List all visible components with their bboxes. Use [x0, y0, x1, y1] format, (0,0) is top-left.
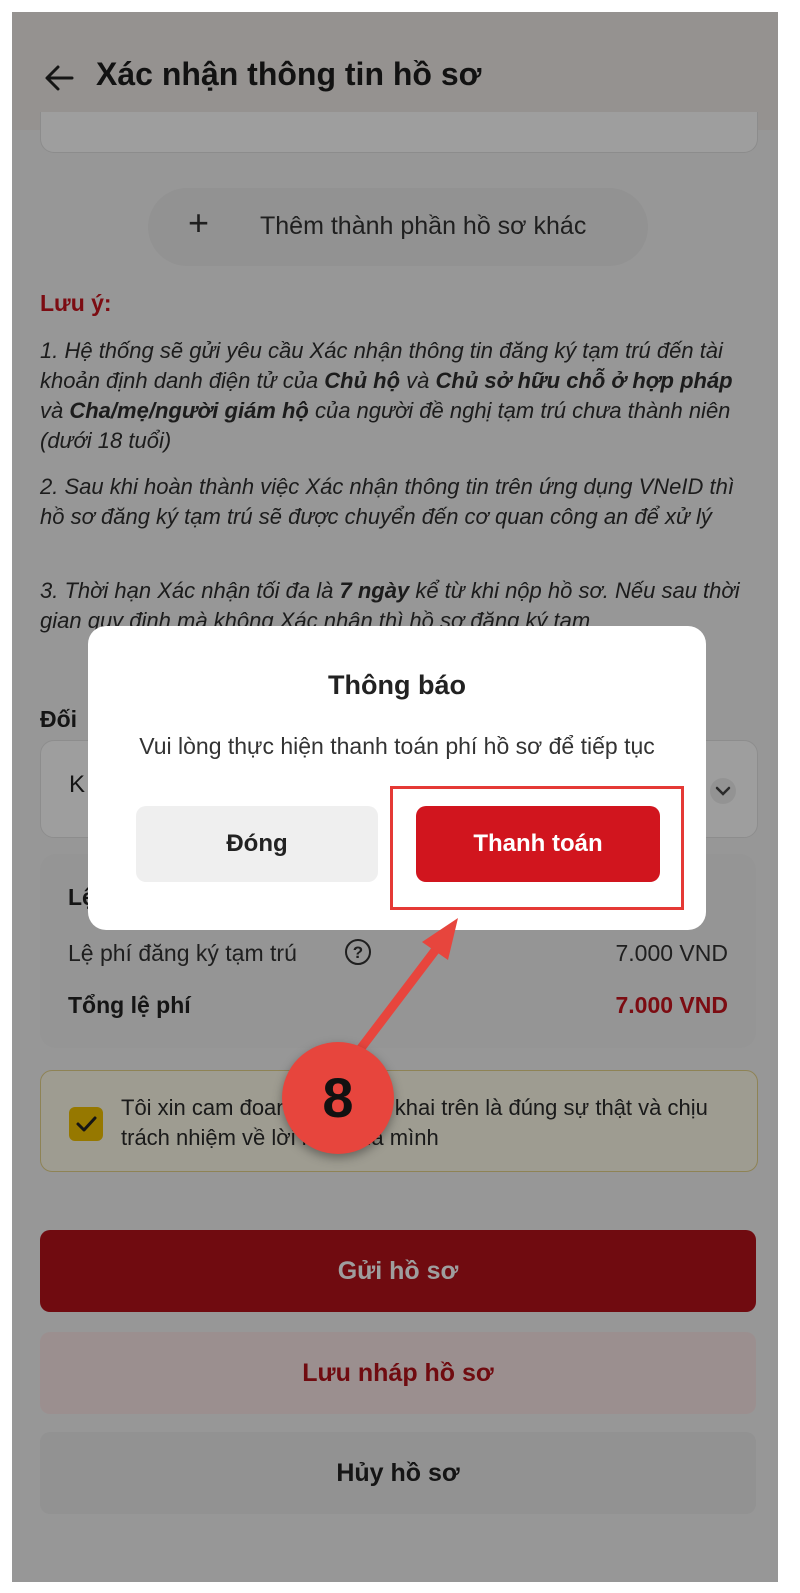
step-number-badge: 8	[282, 1042, 394, 1154]
phone-screen: Xác nhận thông tin hồ sơ + Thêm thành ph…	[12, 12, 778, 1582]
annotation-arrow	[347, 918, 458, 1065]
